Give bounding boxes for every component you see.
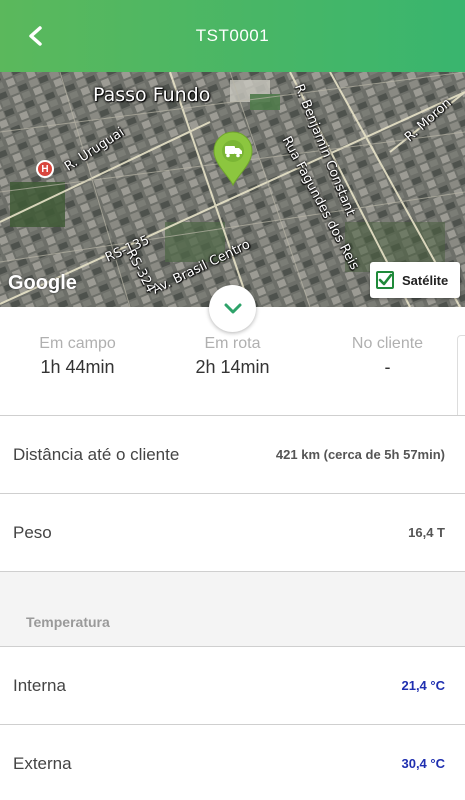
stat-label: Em rota (204, 335, 261, 352)
stat-value: 1h 44min (40, 357, 115, 377)
stat-em-rota: Em rota 2h 14min (155, 335, 310, 378)
row-value: 21,4 °C (401, 678, 445, 693)
list-item-external-temperature: Externa 30,4 °C (0, 724, 465, 800)
row-value: 16,4 T (408, 525, 445, 540)
row-label: Peso (13, 522, 52, 542)
row-value: 421 km (cerca de 5h 57min) (275, 447, 445, 462)
checkbox-checked-icon (376, 271, 394, 289)
stat-label: Em campo (39, 335, 116, 352)
stat-em-campo: Em campo 1h 44min (0, 335, 155, 378)
chevron-down-icon (224, 303, 241, 313)
row-label: Interna (13, 675, 66, 695)
satellite-toggle[interactable]: Satélite (370, 262, 460, 298)
stat-no-cliente: No cliente - (310, 335, 465, 378)
list-item-internal-temperature: Interna 21,4 °C (0, 646, 465, 724)
google-logo: Google (8, 272, 77, 294)
stat-value: 2h 14min (195, 357, 270, 377)
stat-value: - (384, 357, 391, 377)
app-bar: TST0001 (0, 0, 465, 72)
row-label: Externa (13, 753, 72, 773)
back-button[interactable] (20, 20, 52, 52)
satellite-label: Satélite (402, 272, 449, 288)
page-title: TST0001 (195, 26, 270, 45)
list-item-weight: Peso 16,4 T (0, 493, 465, 571)
details-list: Distância até o cliente 421 km (cerca de… (0, 415, 465, 800)
row-value: 30,4 °C (401, 756, 445, 771)
list-item-distance: Distância até o cliente 421 km (cerca de… (0, 415, 465, 493)
truck-marker-icon[interactable] (211, 130, 255, 186)
chevron-left-icon (29, 26, 42, 46)
map-view[interactable]: Passo Fundo R. Uruguai Av. Brasil Centro… (0, 72, 465, 307)
section-header-temperature: Temperatura (0, 571, 465, 646)
hospital-icon: H (36, 160, 54, 178)
stat-label: No cliente (351, 335, 424, 352)
map-city-label: Passo Fundo (93, 84, 211, 106)
collapse-map-button[interactable] (209, 285, 256, 332)
section-title: Temperatura (26, 614, 110, 630)
row-label: Distância até o cliente (13, 444, 180, 464)
